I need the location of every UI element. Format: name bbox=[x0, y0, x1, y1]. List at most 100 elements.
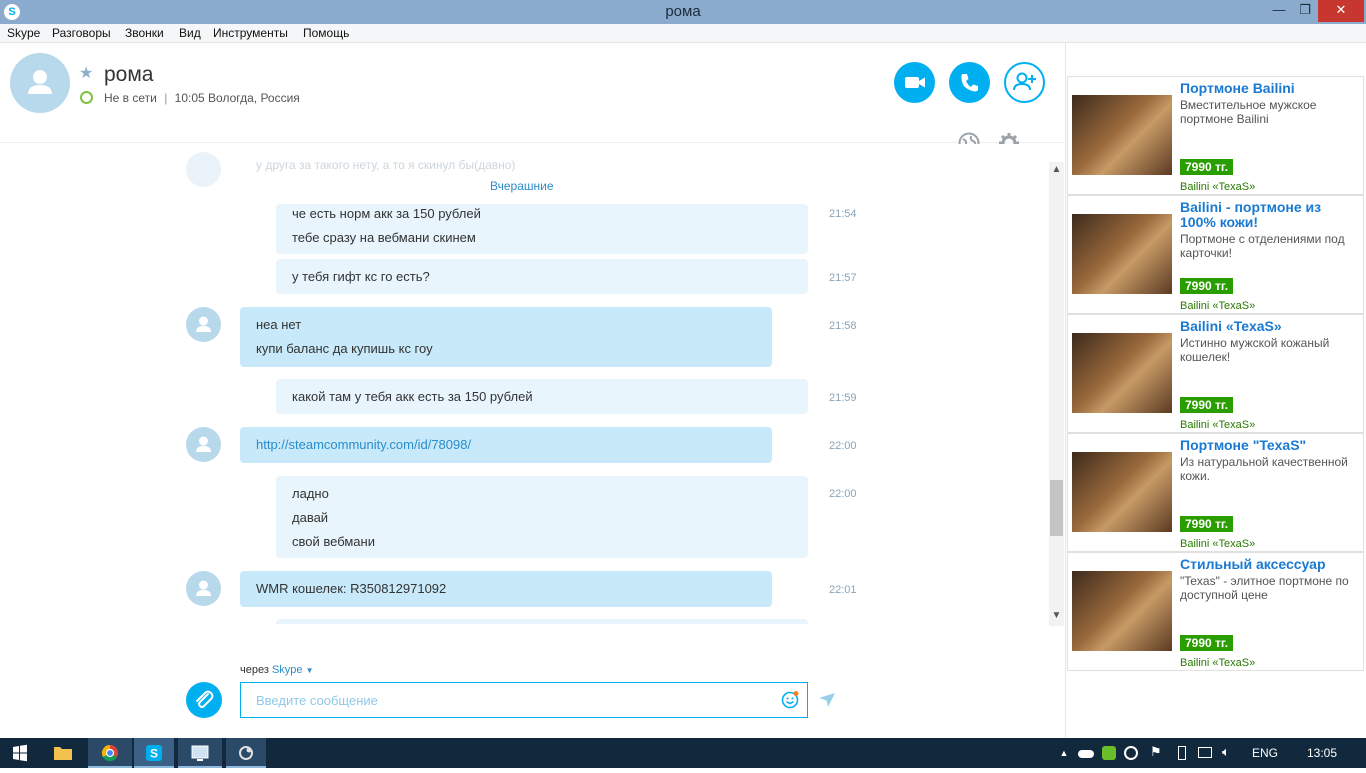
ad-item[interactable]: Стильный аксессуар "Texas" - элитное пор… bbox=[1067, 552, 1364, 671]
ad-item[interactable]: Портмоне Bailini Вместительное мужское п… bbox=[1067, 76, 1364, 195]
contact-avatar-small[interactable] bbox=[186, 307, 221, 342]
input-language[interactable]: ENG bbox=[1252, 746, 1278, 760]
message-bubble-incoming[interactable]: WMR кошелек: R350812971092 bbox=[240, 571, 772, 607]
message-bubble-outgoing[interactable]: че есть норм акк за 150 рублей тебе сраз… bbox=[276, 204, 808, 254]
message-bubble-outgoing[interactable]: какой там у тебя акк есть за 150 рублей bbox=[276, 379, 808, 414]
network-icon[interactable] bbox=[1198, 738, 1218, 768]
ad-title[interactable]: Портмоне Bailini bbox=[1180, 81, 1360, 96]
system-clock[interactable]: 13:05 bbox=[1307, 746, 1337, 760]
flag-icon[interactable]: ⚑ bbox=[1150, 738, 1168, 768]
ad-description: Истинно мужской кожаный кошелек! bbox=[1180, 336, 1330, 364]
steam-profile-link[interactable]: http://steamcommunity.com/id/78098/ bbox=[256, 437, 471, 452]
taskbar-monitor-app[interactable] bbox=[178, 738, 222, 768]
menu-view[interactable]: Вид bbox=[179, 26, 201, 40]
message-text: неа нет bbox=[256, 317, 302, 332]
title-bar: S рома — ❐ ✕ bbox=[0, 0, 1366, 24]
tray-expand-icon[interactable]: ▲ bbox=[1056, 738, 1072, 768]
ad-shop[interactable]: Bailini «TexaS» bbox=[1180, 657, 1255, 669]
ad-description: "Texas" - элитное портмоне по доступной … bbox=[1180, 574, 1349, 602]
close-button[interactable]: ✕ bbox=[1318, 0, 1364, 22]
window-title: рома bbox=[665, 3, 701, 20]
message-input[interactable] bbox=[240, 682, 808, 718]
scroll-up-arrow-icon[interactable]: ▲ bbox=[1049, 164, 1064, 175]
ad-wallet-image bbox=[1072, 452, 1172, 532]
menu-tools[interactable]: Инструменты bbox=[213, 26, 288, 40]
message-text: че есть норм акк за 150 рублей bbox=[292, 206, 481, 221]
taskbar-explorer[interactable] bbox=[44, 738, 82, 768]
scrollbar-thumb[interactable] bbox=[1050, 480, 1063, 536]
message-text: тебе сразу на вебмани скинем bbox=[292, 230, 476, 245]
ad-title[interactable]: Bailini - портмоне из 100% кожи! bbox=[1180, 200, 1360, 230]
send-icon[interactable] bbox=[818, 692, 836, 713]
message-text: WMR кошелек: R350812971092 bbox=[256, 581, 447, 596]
ad-title[interactable]: Портмоне "TexaS" bbox=[1180, 438, 1360, 453]
message-time: 22:00 bbox=[829, 440, 857, 452]
video-camera-icon bbox=[905, 77, 925, 88]
status-separator: | bbox=[164, 91, 168, 105]
ad-price: 7990 тг. bbox=[1180, 635, 1234, 651]
scroll-down-arrow-icon[interactable]: ▼ bbox=[1049, 610, 1064, 621]
ad-price: 7990 тг. bbox=[1180, 516, 1234, 532]
taskbar-app[interactable] bbox=[226, 738, 266, 768]
chevron-down-icon: ▼ bbox=[305, 666, 314, 675]
emoticon-icon[interactable] bbox=[780, 690, 800, 715]
ad-title[interactable]: Стильный аксессуар bbox=[1180, 557, 1360, 572]
contact-avatar-small[interactable] bbox=[186, 571, 221, 606]
audio-call-button[interactable] bbox=[949, 62, 990, 103]
contact-avatar[interactable] bbox=[10, 53, 70, 113]
svg-text:S: S bbox=[150, 747, 158, 761]
tray-app-icon[interactable] bbox=[1102, 738, 1120, 768]
ad-shop[interactable]: Bailini «TexaS» bbox=[1180, 419, 1255, 431]
ghost-avatar bbox=[186, 152, 221, 187]
ad-shop[interactable]: Bailini «TexaS» bbox=[1180, 181, 1255, 193]
battery-icon[interactable] bbox=[1174, 738, 1192, 768]
phone-icon bbox=[961, 74, 978, 92]
message-time: 21:59 bbox=[829, 392, 857, 404]
message-bubble-outgoing[interactable]: ладно давай свой вебмани bbox=[276, 476, 808, 558]
start-button[interactable] bbox=[0, 738, 40, 768]
ad-title[interactable]: Bailini «TexaS» bbox=[1180, 319, 1360, 334]
minimize-button[interactable]: — bbox=[1265, 0, 1293, 22]
ad-shop[interactable]: Bailini «TexaS» bbox=[1180, 300, 1255, 312]
message-bubble-outgoing bbox=[276, 619, 808, 624]
favorite-star-icon[interactable]: ★ bbox=[79, 63, 93, 83]
menu-conversations[interactable]: Разговоры bbox=[52, 26, 111, 40]
contact-avatar-small[interactable] bbox=[186, 427, 221, 462]
attach-button[interactable] bbox=[186, 682, 222, 718]
taskbar-skype[interactable]: S bbox=[134, 738, 174, 768]
person-icon bbox=[196, 580, 211, 596]
add-people-button[interactable] bbox=[1004, 62, 1045, 103]
ad-price: 7990 тг. bbox=[1180, 159, 1234, 175]
taskbar-chrome[interactable] bbox=[88, 738, 132, 768]
volume-icon[interactable]: 🔈︎ bbox=[1222, 738, 1240, 768]
message-time: 22:00 bbox=[829, 488, 857, 500]
person-icon bbox=[28, 70, 52, 94]
message-text: давай bbox=[292, 510, 329, 525]
contact-status-line: Не в сети | 10:05 Вологда, Россия bbox=[104, 91, 300, 105]
previous-message-fragment: у друга за такого нету, а то я скинул бы… bbox=[256, 158, 516, 172]
menu-calls[interactable]: Звонки bbox=[125, 26, 164, 40]
video-call-button[interactable] bbox=[894, 62, 935, 103]
message-time: 21:57 bbox=[829, 272, 857, 284]
ad-item[interactable]: Портмоне "TexaS" Из натуральной качестве… bbox=[1067, 433, 1364, 552]
chat-scrollbar[interactable] bbox=[1049, 162, 1064, 626]
ad-wallet-image bbox=[1072, 214, 1172, 294]
maximize-button[interactable]: ❐ bbox=[1292, 0, 1318, 22]
message-bubble-outgoing[interactable]: у тебя гифт кс го есть? bbox=[276, 259, 808, 294]
ad-wallet-image bbox=[1072, 571, 1172, 651]
steam-icon[interactable] bbox=[1124, 738, 1144, 768]
menu-skype[interactable]: Skype bbox=[7, 26, 40, 40]
via-service-dropdown[interactable]: Skype ▼ bbox=[272, 664, 314, 676]
status-offline-icon bbox=[80, 91, 93, 104]
paperclip-icon bbox=[196, 690, 214, 708]
message-bubble-incoming[interactable]: неа нет купи баланс да купишь кс гоу bbox=[240, 307, 772, 367]
ad-shop[interactable]: Bailini «TexaS» bbox=[1180, 538, 1255, 550]
windows-logo-icon bbox=[13, 744, 27, 762]
message-time: 22:01 bbox=[829, 584, 857, 596]
message-bubble-incoming[interactable]: http://steamcommunity.com/id/78098/ bbox=[240, 427, 772, 463]
ad-item[interactable]: Bailini «TexaS» Истинно мужской кожаный … bbox=[1067, 314, 1364, 433]
menu-help[interactable]: Помощь bbox=[303, 26, 349, 40]
ad-item[interactable]: Bailini - портмоне из 100% кожи! Портмон… bbox=[1067, 195, 1364, 314]
onedrive-icon[interactable] bbox=[1078, 738, 1098, 768]
ad-description: Вместительное мужское портмоне Bailini bbox=[1180, 98, 1317, 126]
